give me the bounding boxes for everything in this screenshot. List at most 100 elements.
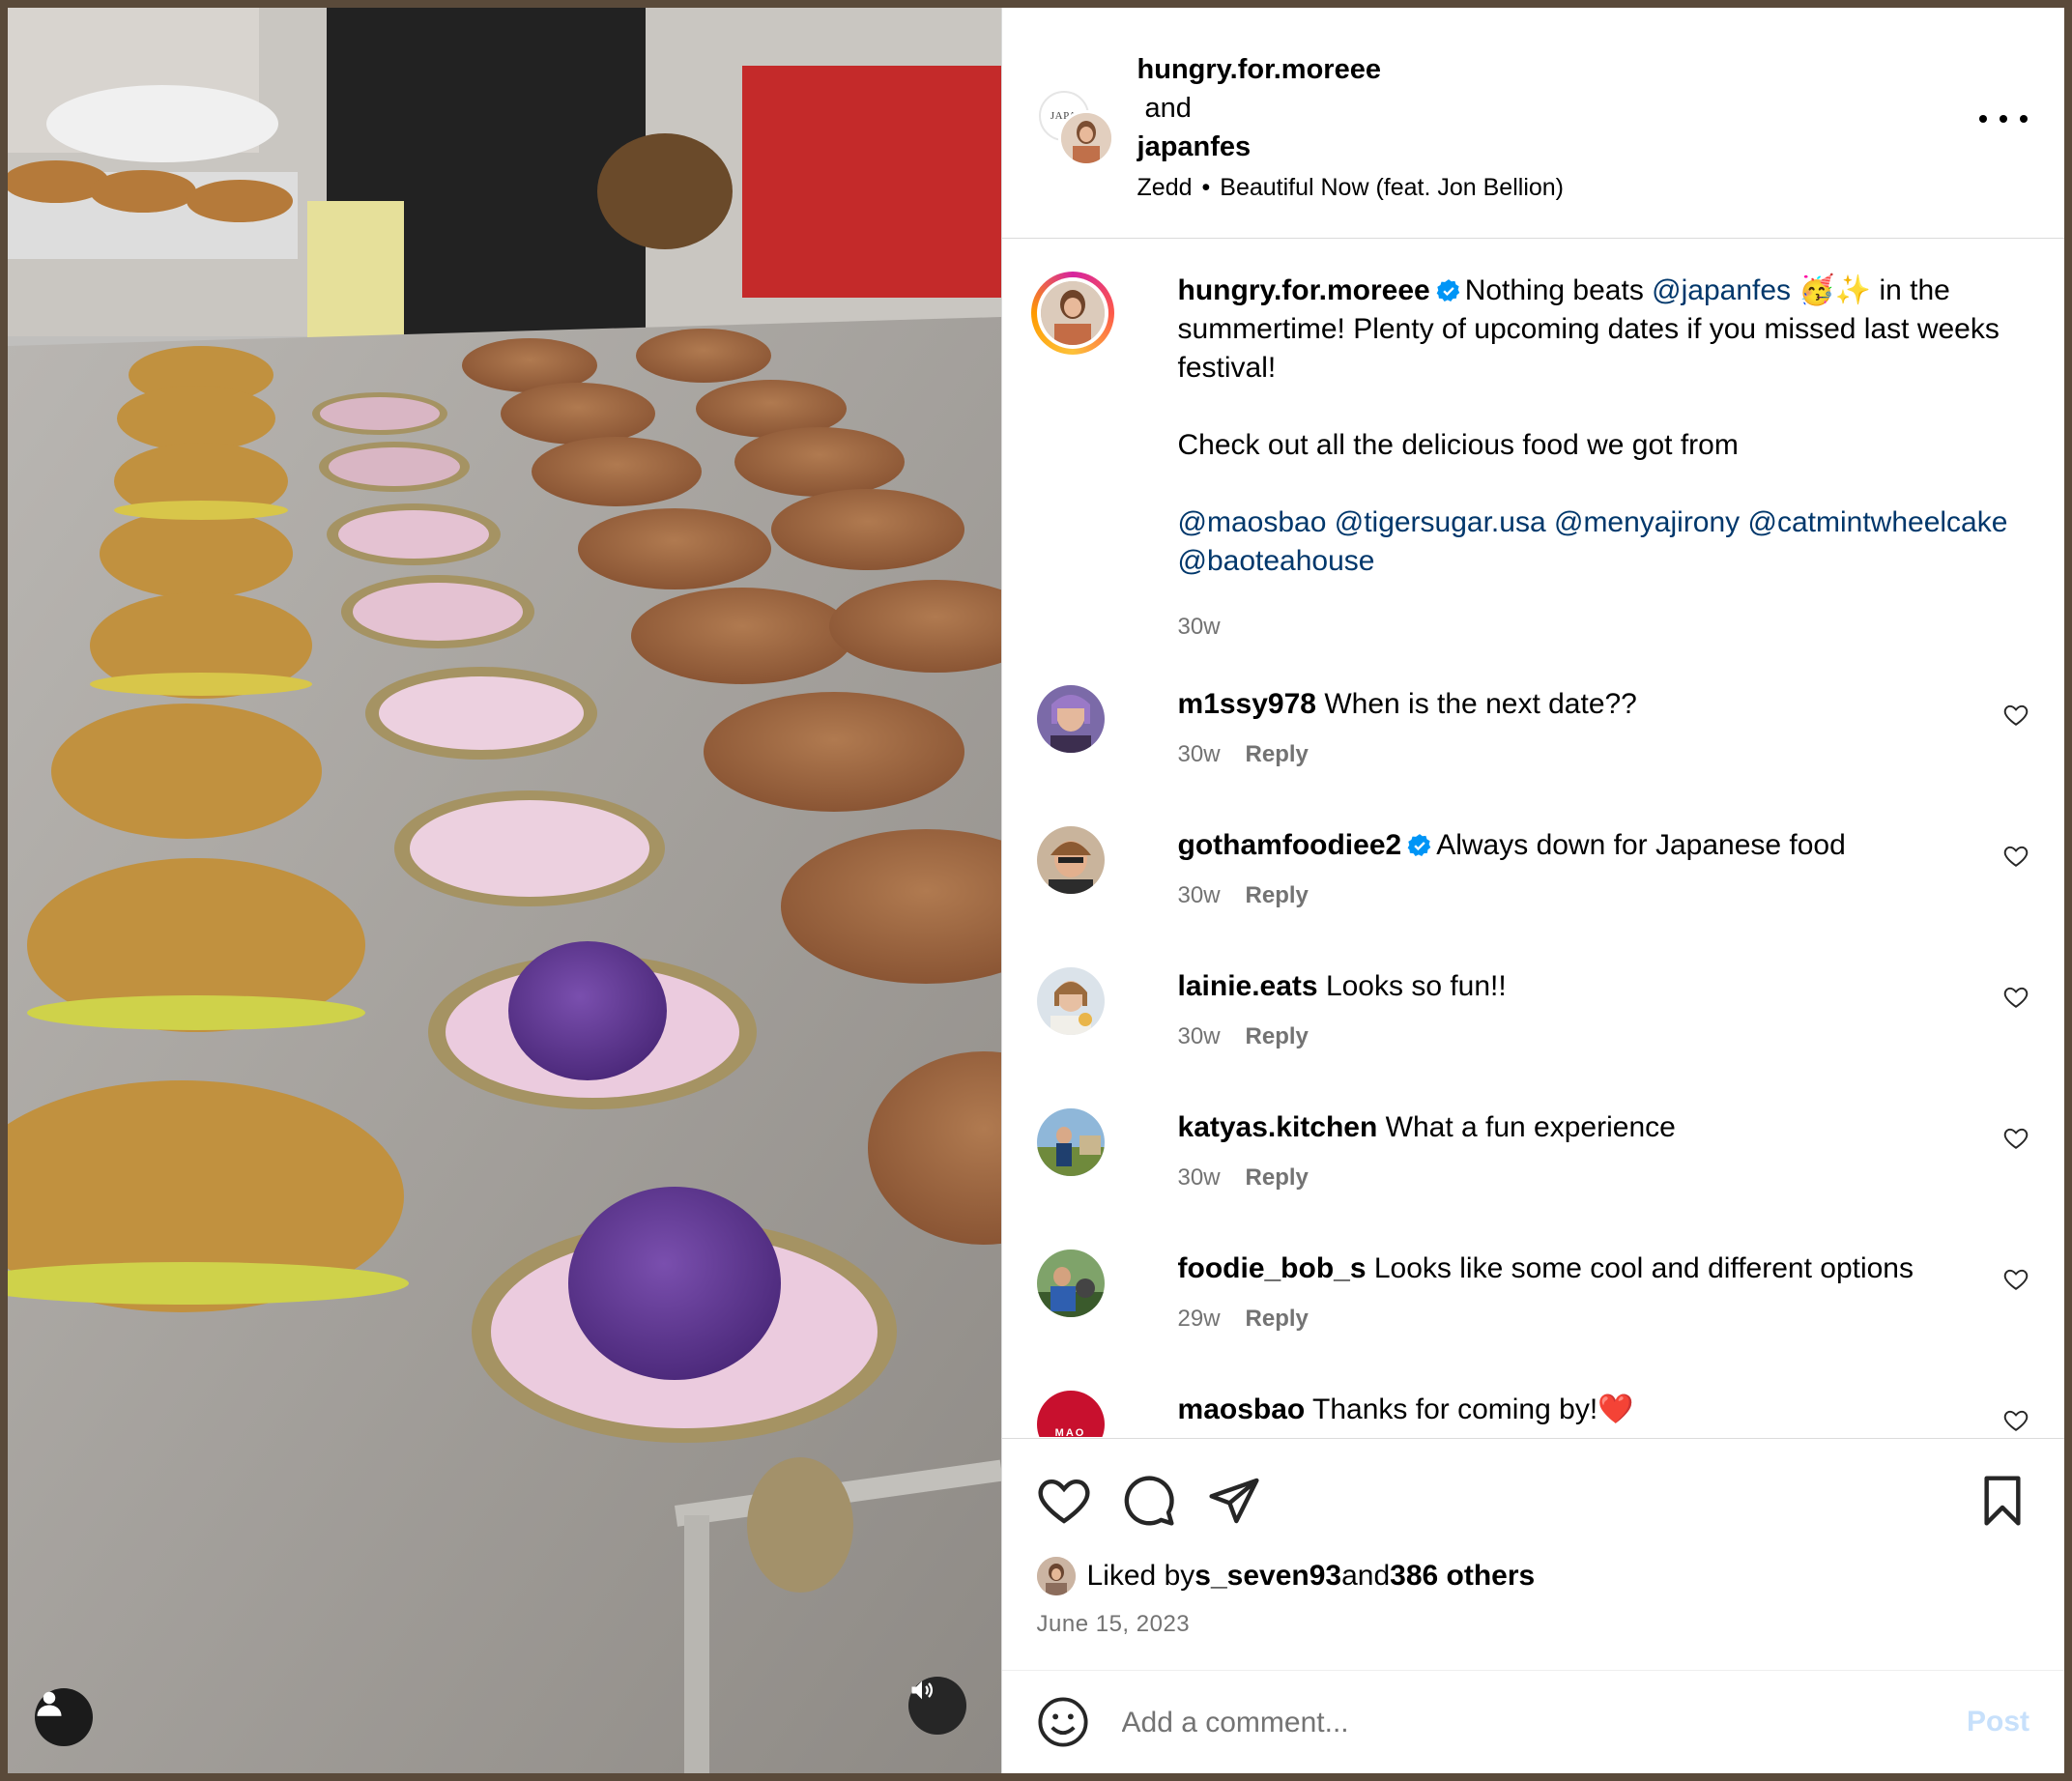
author-link-1[interactable]: hungry.for.moreee (1137, 54, 1381, 85)
like-comment-heart-icon[interactable] (2003, 703, 2029, 728)
like-comment-heart-icon[interactable] (2003, 844, 2029, 869)
emoji-smiley-icon[interactable] (1037, 1696, 1089, 1748)
mention-link[interactable]: @baoteahouse (1178, 545, 1375, 577)
more-options-button[interactable] (1979, 104, 2028, 133)
avatar-logo-text: MAO (1054, 1427, 1086, 1437)
hungry-for-moreee-avatar[interactable] (1057, 110, 1114, 166)
comment-text: maosbao Thanks for coming by!❤️ (1178, 1391, 1951, 1429)
post-authors: hungry.for.moreee and japanfes (1137, 50, 1381, 166)
more-dot (2000, 115, 2007, 123)
like-comment-heart-icon[interactable] (2003, 985, 2029, 1010)
caption-paragraph: Check out all the delicious food we got … (1177, 429, 1739, 461)
profile-photo (1040, 281, 1105, 345)
comment-meta: 30w Reply (1178, 1164, 1309, 1192)
caption-timestamp[interactable]: 30w (1178, 608, 2048, 646)
comment-content: Always down for Japanese food (1436, 829, 1846, 861)
likes-middle: and (1341, 1560, 1391, 1592)
comment-content: Thanks for coming by!❤️ (1312, 1393, 1634, 1425)
mention-link[interactable]: @maosbao (1178, 506, 1327, 538)
profile-photo (1036, 1108, 1105, 1176)
mention-link[interactable]: @tigersugar.usa (1335, 506, 1546, 538)
like-comment-heart-icon[interactable] (2003, 1267, 2029, 1292)
reply-button[interactable]: Reply (1246, 1023, 1309, 1049)
mention-link[interactable]: @japanfes (1652, 274, 1791, 306)
comment-username[interactable]: foodie_bob_s (1178, 1252, 1367, 1284)
comment-input[interactable] (1119, 1696, 1916, 1750)
reply-button[interactable]: Reply (1246, 882, 1309, 908)
comment-item: m1ssy978 When is the next date?? 30w Repl… (1031, 685, 2036, 791)
post-header: JAPA hungry.for.moreee and japanfes Zedd… (1001, 8, 2064, 239)
profile-photo (1036, 967, 1105, 1035)
comment-timestamp[interactable]: 30w (1178, 882, 1221, 908)
comment-item: foodie_bob_s Looks like some cool and di… (1031, 1250, 2036, 1356)
post-side-panel: JAPA hungry.for.moreee and japanfes Zedd… (1000, 8, 2064, 1773)
comment-timestamp[interactable]: 30w (1178, 741, 1221, 767)
comment-username[interactable]: gothamfoodiee2 (1178, 829, 1402, 861)
likes-summary[interactable]: Liked by s_seven93 and 386 others (1036, 1557, 1535, 1595)
save-bookmark-icon[interactable] (1975, 1474, 2029, 1528)
comment-item: katyas.kitchen What a fun experience 30w… (1031, 1108, 2036, 1215)
comment-content: Looks like some cool and different optio… (1373, 1252, 1914, 1284)
caption-author-avatar[interactable] (1030, 272, 1114, 355)
comment-bubble-icon[interactable] (1122, 1474, 1176, 1528)
comment-username[interactable]: lainie.eats (1178, 970, 1318, 1002)
reply-button[interactable]: Reply (1246, 1164, 1309, 1191)
share-paper-plane-icon[interactable] (1207, 1474, 1261, 1528)
comment-content: When is the next date?? (1324, 688, 1637, 720)
user-icon (37, 1691, 62, 1716)
comment-timestamp[interactable]: 29w (1178, 1306, 1221, 1332)
comment-username[interactable]: katyas.kitchen (1178, 1111, 1378, 1143)
likes-others-link[interactable]: 386 others (1390, 1560, 1535, 1593)
liker-avatar[interactable] (1036, 1557, 1076, 1595)
audio-separator: • (1201, 174, 1211, 201)
comment-item: gothamfoodiee2 Always down for Japanese f… (1031, 826, 2036, 933)
commenter-avatar[interactable] (1036, 685, 1105, 753)
comment-username[interactable]: maosbao (1178, 1393, 1306, 1425)
comment-content: Looks so fun!! (1325, 970, 1507, 1002)
like-heart-icon[interactable] (1037, 1474, 1091, 1528)
profile-photo (1036, 826, 1105, 894)
collab-avatars[interactable]: JAPA (1038, 91, 1114, 166)
commenter-avatar[interactable] (1036, 1250, 1105, 1317)
add-comment-bar: Post (1001, 1670, 2064, 1773)
audio-artist[interactable]: Zedd (1137, 174, 1193, 201)
post-media[interactable] (8, 8, 1001, 1773)
like-comment-heart-icon[interactable] (2003, 1408, 2029, 1433)
verified-badge-icon (1407, 834, 1431, 856)
more-horizontal-icon (1979, 115, 1987, 123)
comment-timestamp[interactable]: 30w (1178, 1164, 1221, 1191)
comment-item: MAO maosbao Thanks for coming by!❤️ (1031, 1391, 2036, 1437)
speaker-icon (911, 1680, 933, 1700)
post-comment-button[interactable]: Post (1967, 1706, 2029, 1738)
profile-photo (1036, 1250, 1105, 1317)
comment-meta: 29w Reply (1178, 1306, 1309, 1333)
comment-meta: 30w Reply (1178, 741, 1309, 768)
like-comment-heart-icon[interactable] (2003, 1126, 2029, 1151)
food-photo (8, 8, 1001, 1773)
comments-list[interactable]: hungry.for.moreee Nothing beats @japanfes… (1002, 239, 2064, 1437)
audio-attribution[interactable]: Zedd • Beautiful Now (feat. Jon Bellion) (1137, 174, 1565, 202)
profile-photo (1036, 685, 1105, 753)
commenter-avatar[interactable] (1036, 967, 1105, 1035)
audio-title[interactable]: Beautiful Now (feat. Jon Bellion) (1220, 174, 1564, 201)
more-dot (2020, 115, 2028, 123)
author-link-2[interactable]: japanfes (1137, 131, 1252, 162)
mention-link[interactable]: @menyajirony (1554, 506, 1740, 538)
reply-button[interactable]: Reply (1246, 1306, 1309, 1332)
likes-prefix: Liked by (1086, 1560, 1195, 1592)
commenter-avatar[interactable] (1036, 826, 1105, 894)
mention-link[interactable]: @catmintwheelcake (1748, 506, 2008, 538)
commenter-avatar[interactable]: MAO (1036, 1391, 1105, 1437)
comment-text: gothamfoodiee2 Always down for Japanese f… (1178, 826, 1951, 865)
tagged-users-button[interactable] (35, 1688, 93, 1746)
comment-timestamp[interactable]: 30w (1178, 1023, 1221, 1049)
sound-toggle-button[interactable] (907, 1677, 966, 1735)
caption-username[interactable]: hungry.for.moreee (1178, 274, 1430, 306)
reply-button[interactable]: Reply (1246, 741, 1309, 767)
comment-item: lainie.eats Looks so fun!! 30w Reply (1031, 967, 2036, 1074)
commenter-avatar[interactable] (1036, 1108, 1105, 1176)
authors-joiner: and (1144, 93, 1192, 124)
comment-username[interactable]: m1ssy978 (1178, 688, 1316, 720)
liker-username[interactable]: s_seven93 (1194, 1560, 1341, 1593)
post-date[interactable]: June 15, 2023 (1037, 1611, 1191, 1638)
